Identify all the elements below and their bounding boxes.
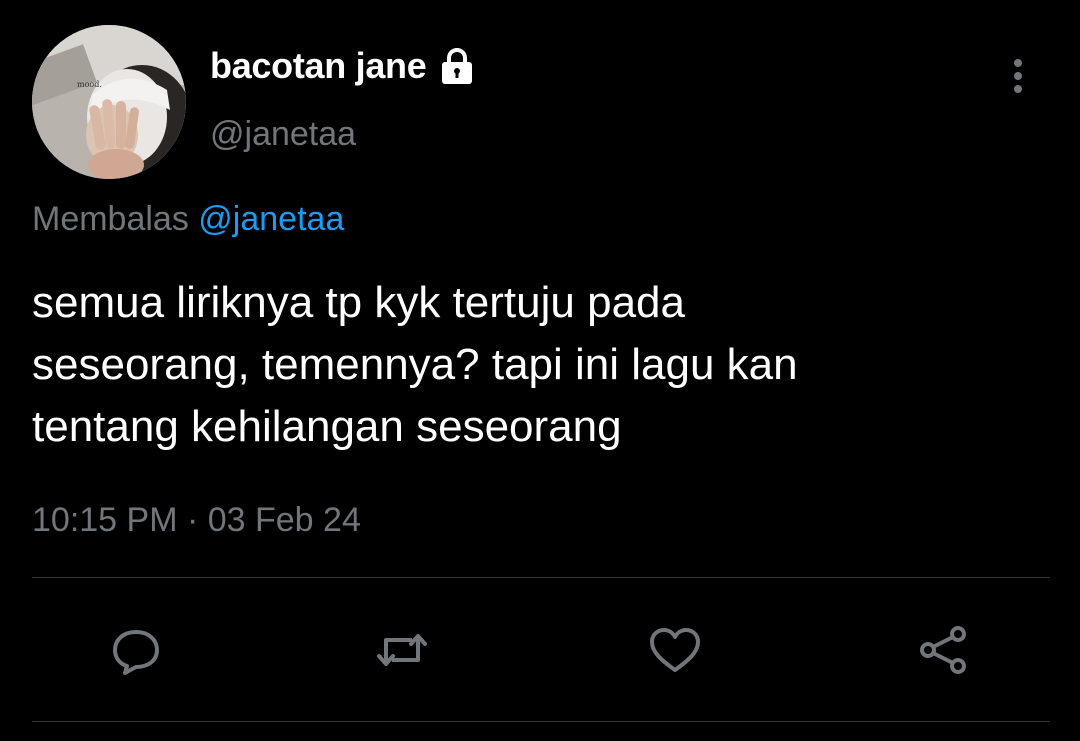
lock-icon	[436, 45, 478, 87]
avatar-text: mood.	[77, 80, 102, 89]
user-handle[interactable]: @janetaa	[210, 112, 356, 156]
reply-context: Membalas @janetaa	[32, 197, 344, 241]
reply-prefix: Membalas	[32, 200, 189, 238]
share-icon	[920, 626, 966, 674]
tweet-timestamp[interactable]: 10:15 PM · 03 Feb 24	[32, 498, 361, 542]
heart-icon	[650, 628, 700, 672]
display-name-row: bacotan jane	[210, 44, 478, 88]
retweet-icon	[377, 634, 427, 666]
avatar-photo: mood.	[32, 25, 186, 179]
avatar[interactable]: mood.	[32, 25, 186, 179]
reply-mention-link[interactable]: @janetaa	[198, 200, 344, 238]
retweet-button[interactable]	[372, 620, 432, 680]
divider	[32, 577, 1050, 578]
more-options-icon[interactable]	[1003, 55, 1033, 99]
tweet-text: semua liriknya tp kyk tertuju pada seseo…	[32, 278, 798, 451]
comment-icon	[113, 630, 159, 675]
display-name[interactable]: bacotan jane	[210, 44, 427, 88]
divider	[32, 721, 1050, 722]
reply-button[interactable]	[106, 620, 166, 680]
like-button[interactable]	[645, 620, 705, 680]
share-button[interactable]	[914, 620, 974, 680]
